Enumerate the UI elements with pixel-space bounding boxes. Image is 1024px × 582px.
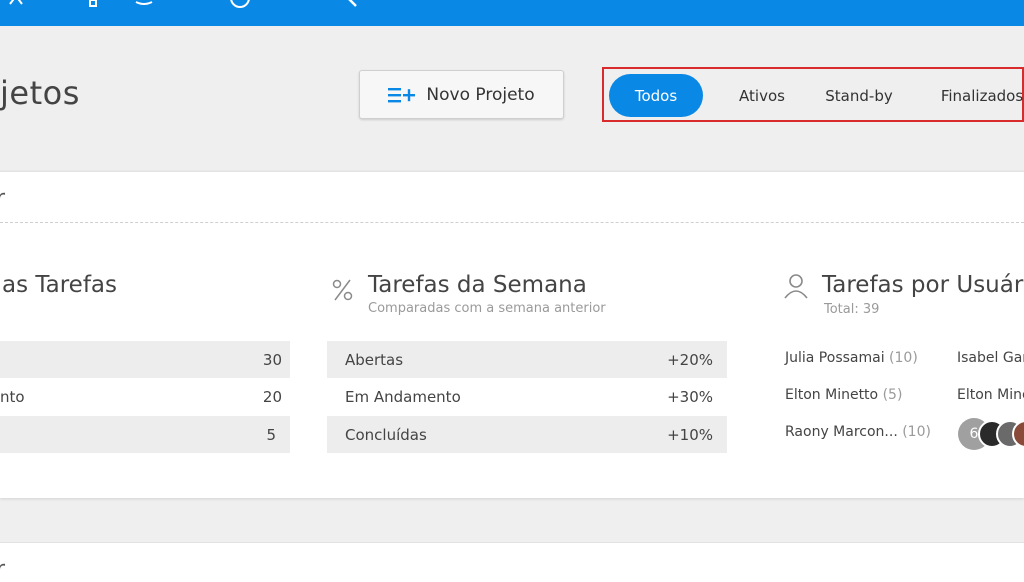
row-value: +10% <box>667 425 713 444</box>
row-label: nto <box>0 387 25 406</box>
row-label: Abertas <box>345 350 404 369</box>
card-header-text: r <box>0 557 6 582</box>
user-count: (10) <box>889 350 918 366</box>
nav-icon-a[interactable] <box>8 0 32 16</box>
all-tasks-row: 30 <box>0 341 290 378</box>
next-card: r <box>0 542 1024 582</box>
user-name: Elton Mine <box>957 387 1024 403</box>
user-count: (10) <box>902 424 931 440</box>
page-title: jetos <box>0 74 80 112</box>
user-task-item[interactable]: Elton Minetto (5) <box>785 387 902 403</box>
week-tasks-row: Concluídas +10% <box>327 416 727 453</box>
user-name: Raony Marcon... <box>785 424 898 440</box>
week-tasks-subtitle: Comparadas com a semana anterior <box>368 301 606 316</box>
new-project-label: Novo Projeto <box>426 84 535 105</box>
row-label: Concluídas <box>345 425 427 444</box>
user-tasks-title: Tarefas por Usuário <box>822 272 1024 298</box>
row-value: 30 <box>262 350 282 369</box>
new-project-button[interactable]: Novo Projeto <box>359 70 564 119</box>
card-header-text: r <box>0 186 6 211</box>
all-tasks-title: as Tarefas <box>2 272 117 298</box>
user-task-item[interactable]: Raony Marcon... (10) <box>785 424 931 440</box>
tab-ativos[interactable]: Ativos <box>726 74 798 117</box>
week-tasks-title: Tarefas da Semana <box>368 272 587 298</box>
project-filter-tabs: Todos Ativos Stand-by Finalizados <box>602 67 1024 122</box>
week-tasks-row: Em Andamento +30% <box>327 378 727 415</box>
user-count: (5) <box>882 387 903 403</box>
user-tasks-total: Total: 39 <box>824 302 880 317</box>
clock-icon[interactable] <box>226 0 256 16</box>
list-add-icon <box>388 87 416 102</box>
row-value: +20% <box>667 350 713 369</box>
week-tasks-row: Abertas +20% <box>327 341 727 378</box>
percent-icon <box>332 279 353 301</box>
all-tasks-row: 5 <box>0 416 290 453</box>
nav-icon-c[interactable] <box>134 0 164 16</box>
row-value: 20 <box>262 387 282 406</box>
user-task-item[interactable]: Julia Possamai (10) <box>785 350 918 366</box>
search-icon[interactable] <box>342 0 366 16</box>
tab-finalizados[interactable]: Finalizados <box>932 74 1024 117</box>
user-task-item[interactable]: Isabel Gar <box>957 350 1024 366</box>
all-tasks-row: nto 20 <box>0 378 290 415</box>
user-name: Julia Possamai <box>785 350 885 366</box>
row-label: Em Andamento <box>345 387 461 406</box>
nav-icon-b[interactable] <box>84 0 104 16</box>
row-value: 5 <box>266 425 276 444</box>
top-nav-bar <box>0 0 1024 26</box>
tab-stand-by[interactable]: Stand-by <box>816 74 902 117</box>
user-icon <box>784 274 808 299</box>
dashed-divider <box>0 222 1024 223</box>
user-name: Elton Minetto <box>785 387 879 403</box>
row-value: +30% <box>667 387 713 406</box>
user-name: Isabel Gar <box>957 350 1024 366</box>
user-task-item[interactable]: Elton Mine <box>957 387 1024 403</box>
tab-todos[interactable]: Todos <box>609 74 703 117</box>
project-stats-card: r as Tarefas 30 nto 20 5 Tarefas da Sema… <box>0 171 1024 498</box>
